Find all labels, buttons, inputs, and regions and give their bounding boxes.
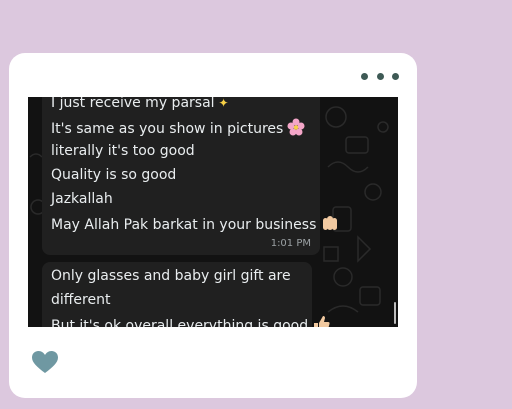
more-options-button[interactable] bbox=[361, 72, 399, 80]
message-line: Jazkallah bbox=[51, 191, 113, 207]
chat-scrollbar[interactable] bbox=[394, 302, 396, 324]
message-line: May Allah Pak barkat in your business bbox=[51, 214, 340, 234]
message-line: I just receive my parsal ✦ bbox=[51, 97, 229, 112]
more-dot bbox=[376, 72, 384, 80]
sparkles-icon: ✦ bbox=[218, 97, 229, 110]
message-line: It's same as you show in pictures bbox=[51, 118, 305, 138]
message-line: literally it's too good bbox=[51, 143, 195, 159]
message-line: Only glasses and baby girl gift are bbox=[51, 268, 291, 284]
message-line: different bbox=[51, 292, 111, 308]
more-dot bbox=[392, 72, 399, 80]
message-line: Quality is so good bbox=[51, 167, 177, 183]
message-line: But it's ok overall everything is good bbox=[51, 315, 330, 327]
heart-icon[interactable] bbox=[31, 350, 59, 374]
chat-screenshot: I just receive my parsal ✦ It's same as y… bbox=[28, 97, 398, 327]
praying-hands-icon bbox=[323, 216, 338, 230]
message-bubble: I just receive my parsal ✦ It's same as y… bbox=[42, 97, 338, 255]
thumbs-up-icon bbox=[314, 316, 330, 327]
message-timestamp: 1:01 PM bbox=[270, 238, 311, 249]
cherry-blossom-icon bbox=[287, 118, 305, 136]
more-dot bbox=[361, 72, 368, 80]
message-bubble: Only glasses and baby girl gift are diff… bbox=[42, 262, 330, 327]
